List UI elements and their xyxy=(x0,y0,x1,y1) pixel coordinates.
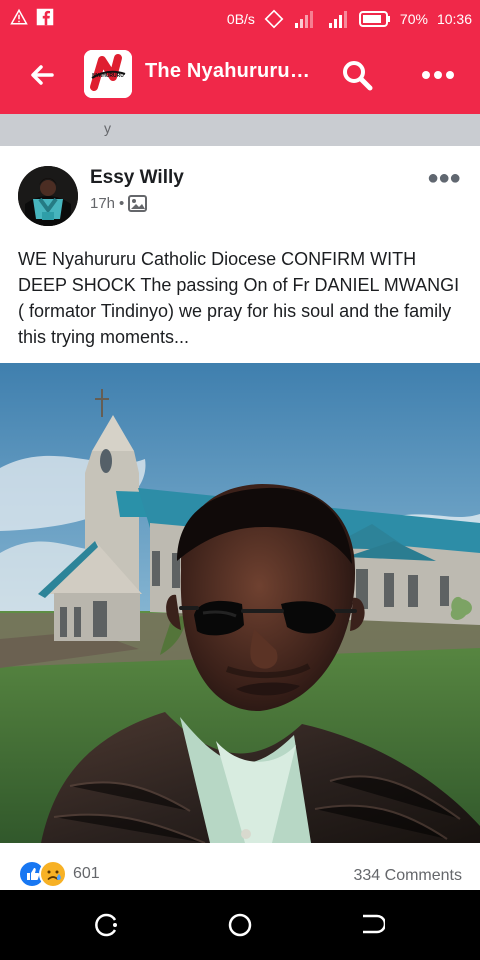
reaction-summary[interactable]: 601 xyxy=(18,860,100,888)
previous-post-fragment: y xyxy=(104,120,111,136)
status-right: 0B/s 70% 10:36 xyxy=(227,9,472,29)
reaction-count: 601 xyxy=(73,865,100,882)
post-text: WE Nyahururu Catholic Diocese CONFIRM WI… xyxy=(18,249,460,347)
page-title: The Nyahururu… xyxy=(145,60,311,82)
home-icon[interactable] xyxy=(227,912,253,938)
status-time: 10:36 xyxy=(436,11,472,27)
post-time[interactable]: 17h xyxy=(90,195,115,212)
meta-separator: • xyxy=(119,195,125,212)
system-navigation-bar xyxy=(0,890,480,960)
public-photo-icon xyxy=(128,195,148,212)
logo-text: NYAHURURU xyxy=(92,73,124,79)
alert-icon xyxy=(10,8,28,25)
status-left xyxy=(10,8,54,26)
church-selfie-image xyxy=(0,363,480,843)
recent-apps-icon[interactable] xyxy=(94,912,120,938)
back-arrow-icon[interactable] xyxy=(28,61,56,89)
more-icon[interactable] xyxy=(420,60,456,90)
facebook-icon xyxy=(36,8,54,26)
status-bar: 0B/s 70% 10:36 xyxy=(0,0,480,36)
previous-post-edge: y xyxy=(0,114,480,146)
rotate-icon xyxy=(264,9,284,29)
diocese-logo-icon: NYAHURURU xyxy=(84,50,132,98)
author-photo xyxy=(18,166,78,226)
battery-percent: 70% xyxy=(399,11,428,27)
back-icon[interactable] xyxy=(359,912,385,938)
post-photo[interactable] xyxy=(0,363,480,843)
search-icon[interactable] xyxy=(340,58,374,92)
signal-icon xyxy=(328,11,347,28)
app-bar: NYAHURURU The Nyahururu… xyxy=(0,36,480,114)
comment-count-link[interactable]: 334 Comments xyxy=(354,867,463,885)
author-name[interactable]: Essy Willy xyxy=(90,167,184,189)
author-avatar[interactable] xyxy=(18,166,78,226)
data-speed-icon xyxy=(294,11,313,28)
post-card[interactable]: Essy Willy 17h • ●●● WE Nyahururu Cathol… xyxy=(0,146,480,890)
post-options-icon[interactable]: ●●● xyxy=(427,167,461,190)
network-speed: 0B/s xyxy=(226,11,255,27)
page-logo[interactable]: NYAHURURU xyxy=(84,50,132,98)
battery-icon xyxy=(358,11,390,27)
sad-reaction-icon xyxy=(39,860,67,888)
post-meta: 17h • xyxy=(90,195,148,212)
